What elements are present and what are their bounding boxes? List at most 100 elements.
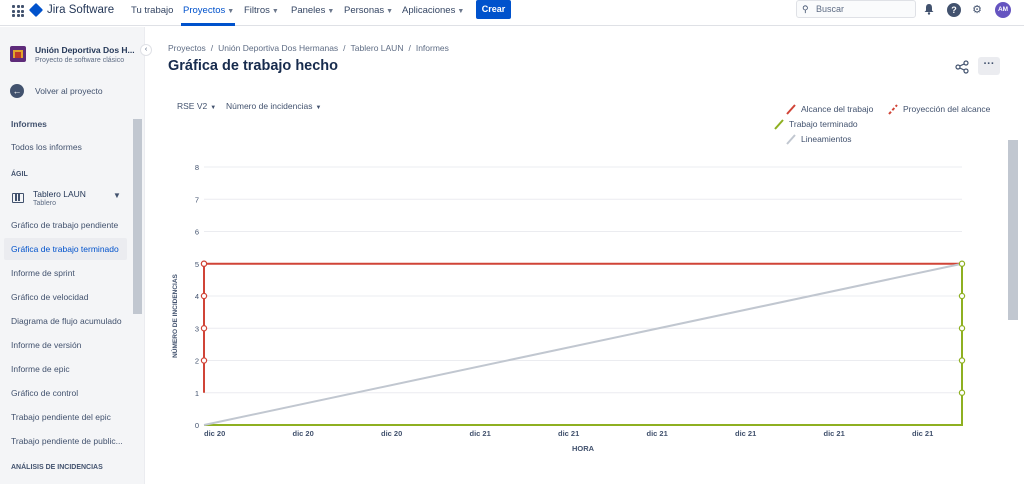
nav-proyectos[interactable]: Proyectos ▼: [183, 5, 234, 16]
chevron-down-icon[interactable]: ▼: [113, 191, 121, 200]
completed-marker: [958, 292, 966, 300]
x-tick-label: dic 21: [558, 429, 579, 438]
scope-marker: [200, 357, 208, 364]
y-tick-label: 8: [195, 163, 199, 172]
nav-label: Filtros: [244, 5, 270, 16]
chevron-down-icon: ▼: [210, 105, 217, 111]
board-name[interactable]: Tablero LAUN: [33, 189, 86, 199]
y-tick-label: 1: [195, 389, 199, 398]
chevron-down-icon: ▼: [386, 8, 394, 15]
legend-label: Lineamientos: [801, 134, 852, 144]
scope-marker: [200, 260, 208, 267]
completed-marker: [958, 325, 966, 332]
nav-label: Tu trabajo: [131, 5, 174, 16]
help-icon[interactable]: ?: [947, 3, 961, 17]
release-filter-dropdown[interactable]: RSE V2 ▼: [177, 101, 216, 111]
breadcrumb: Proyectos / Unión Deportiva Dos Hermanas / T…: [168, 43, 449, 53]
x-tick-label: dic 21: [470, 429, 491, 438]
project-name[interactable]: Unión Deportiva Dos H...: [35, 45, 135, 55]
board-type: Tablero: [33, 200, 56, 207]
chevron-down-icon: ▼: [327, 8, 335, 15]
sidebar-item-report[interactable]: Diagrama de flujo acumulado: [4, 310, 127, 332]
sidebar: Unión Deportiva Dos H... Proyecto de sof…: [0, 27, 145, 484]
chevron-down-icon: ▼: [457, 8, 465, 15]
y-tick-label: 0: [195, 421, 199, 430]
scope-marker: [200, 325, 208, 332]
legend-swatch: [786, 104, 796, 115]
legend-label: Alcance del trabajo: [801, 104, 874, 114]
share-icon[interactable]: [955, 60, 969, 74]
jira-logo[interactable]: Jira Software: [28, 2, 114, 18]
top-navigation: Jira Software Tu trabajo Proyectos ▼ Filt…: [0, 0, 1024, 26]
nav-tu-trabajo[interactable]: Tu trabajo: [131, 5, 173, 16]
sidebar-item-all-reports[interactable]: Todos los informes: [4, 136, 127, 158]
breadcrumb-item[interactable]: Proyectos: [168, 43, 206, 53]
legend-guideline[interactable]: Lineamientos: [786, 134, 852, 145]
sidebar-item-report[interactable]: Gráfico de velocidad: [4, 286, 127, 308]
completed-marker: [958, 357, 966, 364]
project-avatar-icon: [10, 46, 26, 62]
sidebar-item-report[interactable]: Informe de sprint: [4, 262, 127, 284]
page-title: Gráfica de trabajo hecho: [168, 58, 339, 74]
sidebar-item-report[interactable]: Trabajo pendiente de public...: [4, 430, 127, 452]
create-button[interactable]: Crear: [476, 0, 511, 19]
avatar[interactable]: AM: [995, 2, 1011, 18]
sidebar-scrollbar[interactable]: [133, 119, 142, 314]
breadcrumb-item[interactable]: Tablero LAUN: [351, 43, 404, 53]
x-tick-label: dic 21: [912, 429, 933, 438]
arrow-left-icon[interactable]: ←: [10, 84, 24, 98]
board-icon: [12, 193, 24, 203]
legend-scope[interactable]: Alcance del trabajo: [786, 104, 874, 115]
measure-filter-value: Número de incidencias: [226, 101, 313, 111]
nav-label: Paneles: [291, 5, 326, 16]
nav-paneles[interactable]: Paneles ▼: [291, 5, 334, 16]
legend-label: Trabajo terminado: [789, 119, 858, 129]
burnup-chart: 0 1 2 3 4 5 6 7 8 dic 20 dic 20 dic 20 dic 21 dic 21 d…: [170, 163, 966, 453]
notifications-bell-icon[interactable]: [922, 3, 936, 17]
nav-label: Proyectos: [183, 5, 226, 16]
y-tick-label: 3: [195, 324, 199, 333]
analysis-heading: ANÁLISIS DE INCIDENCIAS: [11, 464, 103, 471]
legend-scope-projection[interactable]: Proyección del alcance: [888, 104, 991, 115]
collapse-sidebar-icon[interactable]: ‹: [140, 44, 152, 56]
main-scrollbar[interactable]: [1008, 140, 1018, 320]
sidebar-item-report[interactable]: Gráfico de trabajo pendiente: [4, 214, 127, 236]
legend-label: Proyección del alcance: [903, 104, 991, 114]
chevron-down-icon: ▼: [271, 8, 279, 15]
nav-filtros[interactable]: Filtros ▼: [244, 5, 279, 16]
back-to-project-link[interactable]: Volver al proyecto: [35, 86, 103, 96]
x-tick-label: dic 21: [647, 429, 668, 438]
agile-heading: ÁGIL: [11, 171, 28, 178]
settings-gear-icon[interactable]: ⚙: [970, 3, 984, 17]
search-placeholder: Buscar: [816, 4, 845, 14]
x-tick-label: dic 20: [204, 429, 225, 438]
breadcrumb-item[interactable]: Informes: [416, 43, 449, 53]
nav-personas[interactable]: Personas ▼: [344, 5, 393, 16]
release-filter-value: RSE V2: [177, 101, 208, 111]
legend-swatch: [774, 119, 784, 130]
y-tick-label: 5: [195, 260, 199, 269]
x-tick-label: dic 21: [735, 429, 756, 438]
x-tick-label: dic 20: [293, 429, 314, 438]
search-input[interactable]: ⚲ Buscar: [796, 0, 916, 18]
app-switcher-icon[interactable]: [12, 5, 24, 17]
reports-heading: Informes: [11, 119, 47, 129]
sidebar-item-report[interactable]: Gráfica de trabajo terminado: [4, 238, 127, 260]
series-line-lineamientos: [203, 262, 963, 426]
nav-aplicaciones[interactable]: Aplicaciones ▼: [402, 5, 464, 16]
sidebar-item-report[interactable]: Informe de versión: [4, 334, 127, 356]
y-tick-label: 4: [195, 292, 199, 301]
x-axis-label: HORA: [572, 444, 595, 453]
completed-marker: [958, 260, 966, 267]
nav-label: Aplicaciones: [402, 5, 456, 16]
breadcrumb-item[interactable]: Unión Deportiva Dos Hermanas: [218, 43, 338, 53]
sidebar-item-report[interactable]: Gráfico de control: [4, 382, 127, 404]
x-tick-label: dic 20: [381, 429, 402, 438]
measure-filter-dropdown[interactable]: Número de incidencias ▼: [226, 101, 321, 111]
sidebar-item-report[interactable]: Informe de epic: [4, 358, 127, 380]
search-icon: ⚲: [802, 4, 809, 14]
scope-marker: [200, 292, 208, 300]
sidebar-item-report[interactable]: Trabajo pendiente del epic: [4, 406, 127, 428]
legend-completed[interactable]: Trabajo terminado: [774, 119, 858, 130]
more-actions-button[interactable]: ···: [978, 57, 1000, 75]
